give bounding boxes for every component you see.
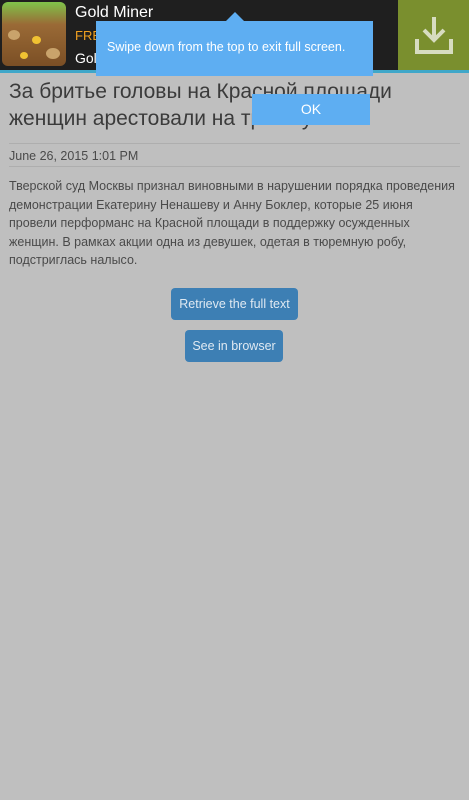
ad-download-button[interactable]	[398, 0, 469, 70]
retrieve-full-text-button[interactable]: Retrieve the full text	[171, 288, 298, 320]
divider	[9, 166, 460, 167]
article-date: June 26, 2015 1:01 PM	[9, 149, 139, 163]
divider	[9, 143, 460, 144]
download-icon	[414, 17, 453, 54]
see-in-browser-button[interactable]: See in browser	[185, 330, 283, 362]
ad-publisher: Gol	[75, 50, 97, 66]
ad-app-icon[interactable]	[2, 2, 66, 66]
article-body: Тверской суд Москвы признал виновными в …	[9, 179, 455, 268]
ad-app-name: Gold Miner	[75, 4, 154, 21]
fullscreen-tooltip: Swipe down from the top to exit full scr…	[96, 21, 373, 76]
tooltip-arrow	[226, 12, 244, 21]
ok-button[interactable]: OK	[252, 94, 370, 125]
article-title: За бритье головы на Красной площади женщ…	[9, 80, 392, 130]
tooltip-message: Swipe down from the top to exit full scr…	[107, 40, 346, 54]
